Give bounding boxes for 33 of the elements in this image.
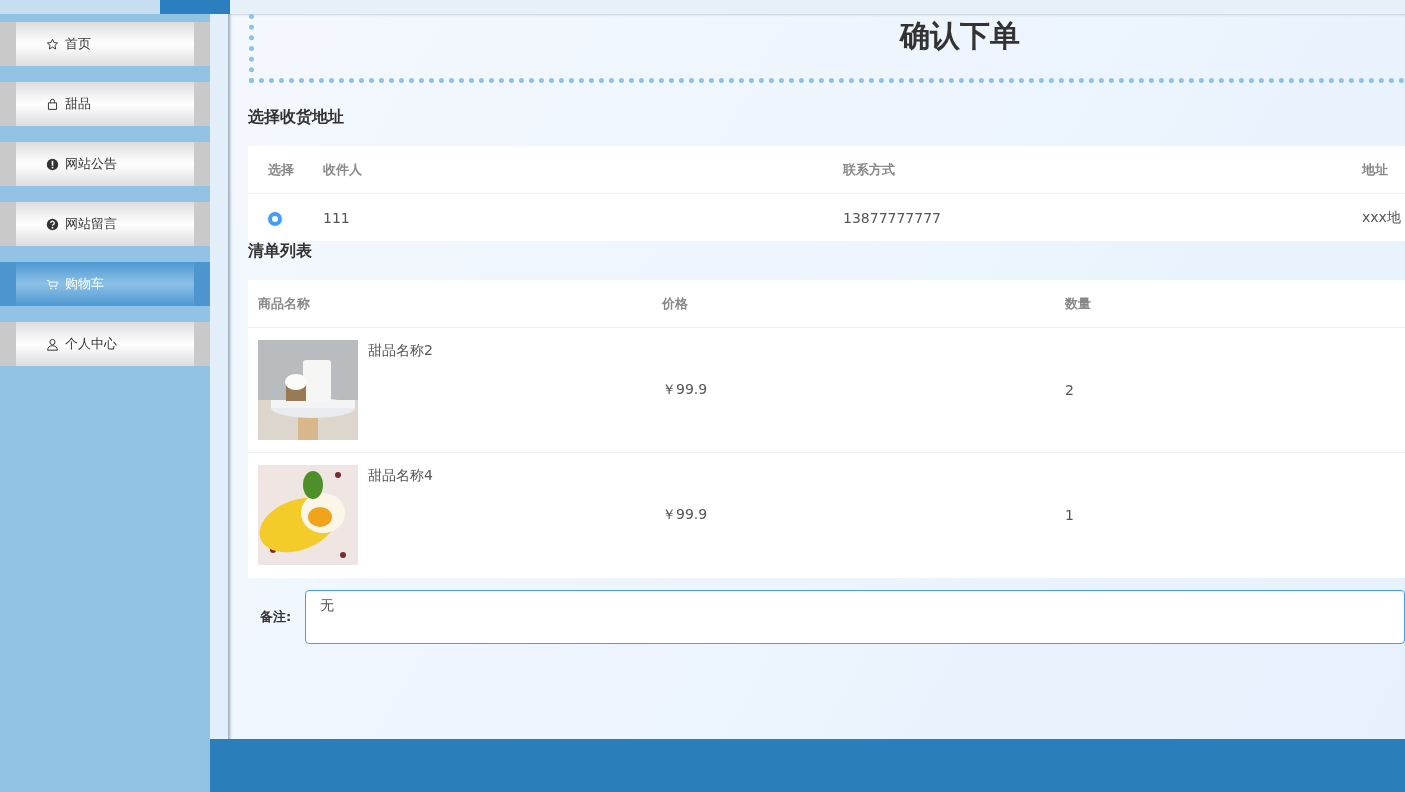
sidebar-item[interactable]: 网站留言 xyxy=(0,202,210,246)
table-cell: 2 xyxy=(1065,382,1074,398)
table-cell: xxx地 xyxy=(1362,208,1401,225)
radio-button[interactable] xyxy=(268,211,282,226)
remark-label: 备注: xyxy=(259,607,293,626)
section-heading: 清单列表 xyxy=(248,241,313,262)
section-heading: 选择收货地址 xyxy=(248,107,345,128)
table-cell: 111 xyxy=(323,209,350,226)
table-cell: 1 xyxy=(1065,507,1074,524)
column-header: 收件人 xyxy=(323,161,362,177)
sidebar-item[interactable]: 网站公告 xyxy=(0,142,210,186)
column-header: 商品名称 xyxy=(258,295,310,311)
column-header: 联系方式 xyxy=(843,161,895,177)
sidebar-item[interactable]: 个人中心 xyxy=(0,322,210,366)
column-header: 数量 xyxy=(1065,295,1091,311)
column-header: 选择 xyxy=(268,161,294,177)
help-icon xyxy=(46,217,59,231)
page-title: 确认下单 xyxy=(898,17,1020,55)
user-icon xyxy=(46,337,59,351)
bag-icon xyxy=(46,97,59,111)
sidebar-item[interactable]: 甜品 xyxy=(0,82,210,126)
remark-field[interactable]: 无 xyxy=(305,589,1405,644)
product-name: 甜品名称4 xyxy=(368,467,433,485)
alert-icon xyxy=(46,157,59,171)
product-name: 甜品名称2 xyxy=(368,342,433,360)
column-header: 价格 xyxy=(662,295,688,311)
table-cell: ￥99.9 xyxy=(662,381,708,397)
star-icon xyxy=(46,37,59,51)
table-cell: 13877777777 xyxy=(843,209,941,226)
column-header: 地址 xyxy=(1362,161,1388,177)
sidebar-item[interactable]: 首页 xyxy=(0,22,210,66)
cart-icon xyxy=(46,277,59,291)
table-cell: ￥99.9 xyxy=(662,506,708,523)
